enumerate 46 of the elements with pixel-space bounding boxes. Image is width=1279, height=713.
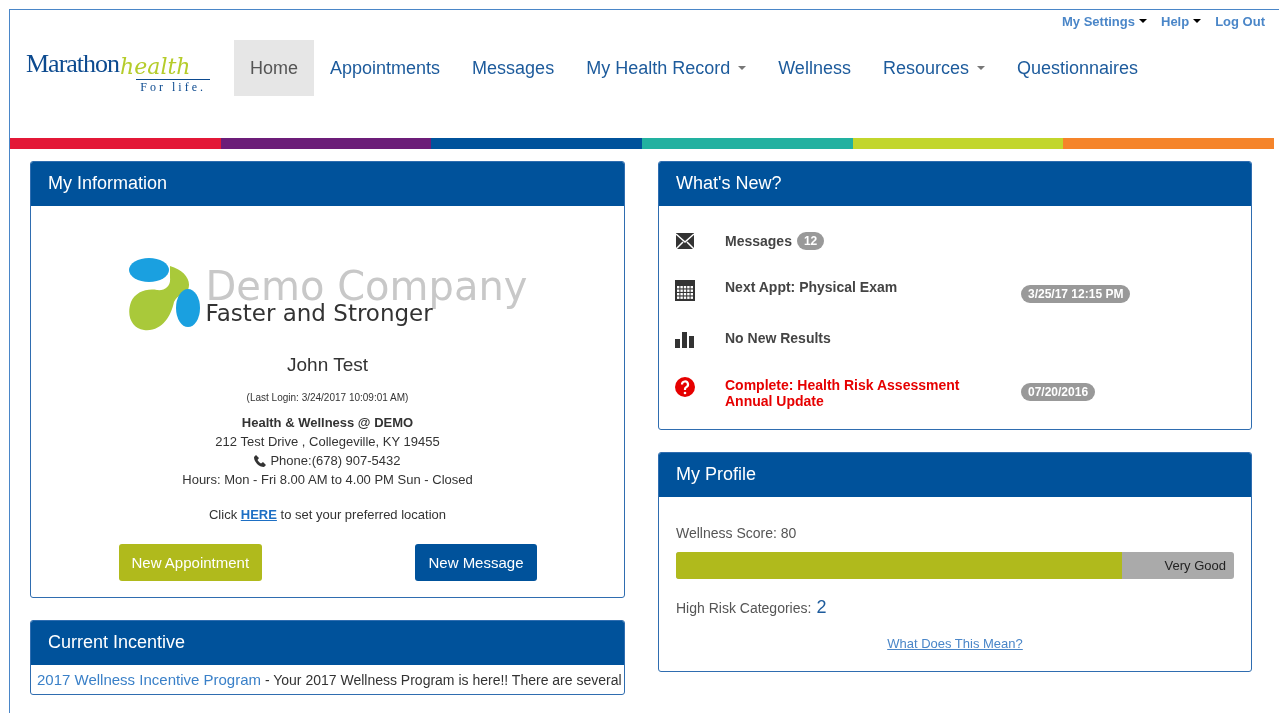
count-badge: 12 bbox=[796, 232, 825, 250]
marathon-health-logo[interactable]: Marathonhealth For life. bbox=[26, 49, 226, 95]
nav-tab[interactable]: Home bbox=[234, 40, 314, 96]
hours: Hours: Mon - Fri 8.00 AM to 4.00 PM Sun - Closed bbox=[182, 471, 473, 489]
phone: Phone:(678) 907-5432 bbox=[270, 452, 401, 470]
what-does-this-mean-link[interactable]: What Does This Mean? bbox=[887, 636, 1023, 651]
top-link[interactable]: Log Out bbox=[1215, 11, 1265, 31]
question-icon bbox=[675, 377, 695, 397]
here-link[interactable]: HERE bbox=[240, 507, 277, 522]
preferred-location-text: Click HERE to set your preferred location bbox=[209, 507, 446, 522]
high-risk-count: 2 bbox=[816, 597, 827, 618]
panel-title: My Profile bbox=[659, 453, 1251, 497]
logo-tagline: For life. bbox=[136, 79, 210, 95]
nav-tab[interactable]: My Health Record bbox=[570, 40, 763, 96]
update-text[interactable]: Complete: Health Risk Assessment Annual Update bbox=[725, 377, 1005, 409]
nav-tab[interactable]: Wellness bbox=[762, 40, 867, 96]
user-name: John Test bbox=[287, 354, 368, 376]
top-link[interactable]: Help bbox=[1161, 11, 1202, 31]
last-login: (Last Login: 3/24/2017 10:09:01 AM) bbox=[246, 392, 409, 403]
bar-chart-icon bbox=[675, 330, 695, 348]
date-badge: 07/20/2016 bbox=[1021, 383, 1096, 401]
nav-tab[interactable]: Messages bbox=[456, 40, 571, 96]
panel-title: What's New? bbox=[659, 162, 1251, 206]
panel-title: Current Incentive bbox=[31, 621, 624, 665]
incentive-text: 2017 Wellness Incentive Program - Your 2017 Wellness Program is here!! There are several bbox=[36, 670, 623, 690]
update-text[interactable]: Next Appt: Physical Exam bbox=[725, 279, 898, 295]
nav-tab[interactable]: Resources bbox=[866, 40, 1001, 96]
action-button[interactable]: New Message bbox=[415, 544, 537, 581]
logo-word: Marathon bbox=[26, 49, 120, 79]
phone-icon bbox=[254, 454, 267, 467]
score-rating: Very Good bbox=[1164, 558, 1226, 573]
update-text[interactable]: Messages bbox=[725, 233, 792, 249]
calendar-icon bbox=[675, 279, 695, 301]
incentive-link[interactable]: 2017 Wellness Incentive Program bbox=[37, 671, 261, 688]
logo-script: health bbox=[120, 54, 191, 79]
high-risk-label: High Risk Categories: bbox=[676, 600, 812, 616]
wellness-score: Wellness Score: 80 bbox=[676, 525, 798, 541]
address: 212 Test Drive , Collegeville, KY 19455 bbox=[215, 433, 440, 451]
nav-tab[interactable]: Appointments bbox=[314, 40, 457, 96]
location-name: Health & Wellness @ DEMO bbox=[241, 414, 414, 432]
panel-title: My Information bbox=[31, 162, 624, 206]
envelope-icon bbox=[675, 232, 695, 250]
update-text[interactable]: No New Results bbox=[725, 330, 831, 346]
date-badge: 3/25/17 12:15 PM bbox=[1021, 285, 1131, 303]
top-link[interactable]: My Settings bbox=[1062, 11, 1147, 31]
nav-tab[interactable]: Questionnaires bbox=[1000, 40, 1155, 96]
